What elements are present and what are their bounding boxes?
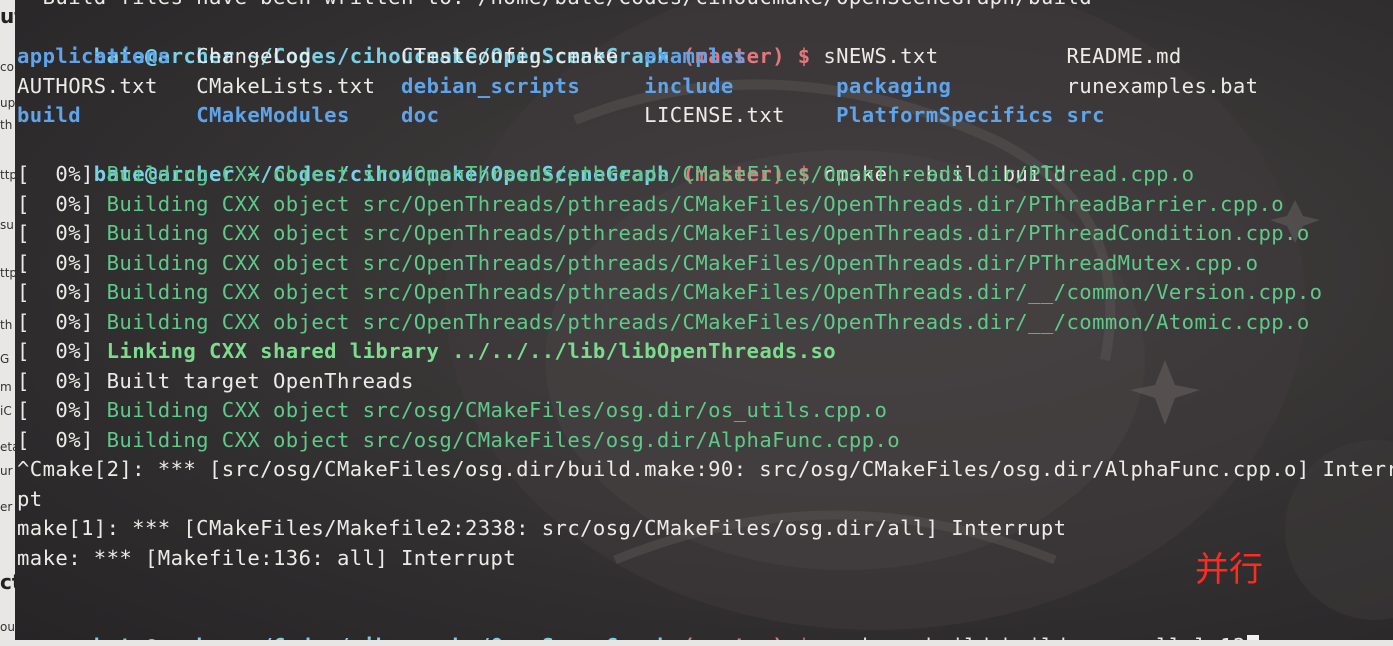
make-error-line: pt	[17, 486, 43, 511]
build-progress-line: [ 0%] Built target OpenThreads	[17, 367, 1393, 397]
progress-percent: [ 0%]	[17, 368, 107, 393]
build-progress-line: [ 0%] Building CXX object src/OpenThread…	[17, 160, 1393, 190]
build-message: Building CXX object src/osg/CMakeFiles/o…	[106, 398, 888, 422]
ls-row: applications ChangeLog CTestConfig.cmake…	[17, 42, 1393, 72]
progress-percent: [ 0%]	[17, 250, 107, 275]
progress-percent: [ 0%]	[17, 427, 107, 452]
prompt-line: bate@archer ~/Codes/cihoucmake/OpenScene…	[17, 131, 1393, 186]
progress-percent: [ 0%]	[17, 398, 107, 422]
ls-row: build CMakeModules doc LICENSE.txt Platf…	[17, 101, 1393, 131]
ls-directory: CMakeModules	[196, 103, 401, 127]
terminal-output: Build files have been written to: /home/…	[17, 0, 1393, 646]
ls-file: AUTHORS.txt	[17, 73, 197, 98]
build-message: Building CXX object src/OpenThreads/pthr…	[106, 221, 1310, 245]
ls-file: CMakeLists.txt	[196, 73, 401, 98]
ls-directory: packaging	[836, 73, 1067, 98]
side-text-fragment: ct	[0, 570, 15, 594]
build-message: Linking CXX shared library ../../../lib/…	[106, 339, 837, 363]
ls-file: LICENSE.txt	[644, 103, 837, 127]
ls-file: NEWS.txt	[836, 44, 1067, 68]
build-progress-line: [ 0%] Building CXX object src/OpenThread…	[17, 249, 1393, 279]
make-error-line: make: *** [Makefile:136: all] Interrupt	[17, 545, 517, 570]
build-progress-line: [ 0%] Linking CXX shared library ../../.…	[17, 337, 1393, 367]
build-message: Building CXX object src/OpenThreads/pthr…	[106, 309, 1310, 334]
bottom-edge	[0, 640, 1393, 646]
ls-directory: examples	[644, 44, 837, 68]
side-text-fragment: ut	[0, 4, 15, 28]
progress-percent: [ 0%]	[17, 280, 107, 304]
build-progress-line: [ 0%] Building CXX object src/OpenThread…	[17, 308, 1393, 338]
side-text-fragment: th	[0, 118, 13, 132]
ls-directory: include	[644, 73, 837, 98]
progress-percent: [ 0%]	[17, 191, 107, 216]
build-message: Building CXX object src/OpenThreads/pthr…	[106, 280, 1323, 304]
progress-percent: [ 0%]	[17, 221, 107, 245]
side-text-fragment: up	[0, 96, 15, 110]
annotation-label: 并行	[1195, 550, 1263, 590]
side-text-fragment: co	[0, 60, 14, 74]
make-error-line: make[1]: *** [CMakeFiles/Makefile2:2338:…	[17, 516, 1067, 540]
ls-file: CTestConfig.cmake	[400, 44, 645, 68]
ls-directory: applications	[17, 44, 197, 68]
side-text-fragment: th	[0, 318, 13, 332]
build-progress-line: [ 0%] Building CXX object src/osg/CMakeF…	[17, 426, 1393, 456]
side-text-fragment: ttp	[0, 168, 15, 182]
ls-directory: src	[1066, 103, 1105, 127]
side-text-fragment: ur	[0, 464, 13, 478]
ls-directory: build	[17, 103, 197, 127]
progress-percent: [ 0%]	[17, 162, 107, 186]
ls-directory: PlatformSpecifics	[836, 103, 1067, 127]
terminal-line: Build files have been written to: /home/…	[17, 0, 1393, 13]
prompt-line: bate@archer ~/Codes/cihoucmake/OpenScene…	[17, 13, 1393, 68]
ls-file: runexamples.bat	[1066, 73, 1259, 98]
make-error-line: ^Cmake[2]: *** [src/osg/CMakeFiles/osg.d…	[17, 457, 1393, 481]
progress-percent: [ 0%]	[17, 339, 107, 363]
side-text-fragment: iC	[0, 404, 12, 418]
build-progress-line: [ 0%] Building CXX object src/OpenThread…	[17, 278, 1393, 308]
side-text-fragment: er	[0, 500, 13, 514]
build-progress-line: [ 0%] Building CXX object src/OpenThread…	[17, 190, 1393, 220]
ls-file: ChangeLog	[196, 44, 401, 68]
progress-percent: [ 0%]	[17, 309, 107, 334]
build-progress-line: [ 0%] Building CXX object src/osg/CMakeF…	[17, 396, 1393, 426]
terminal-window[interactable]: Build files have been written to: /home/…	[15, 0, 1393, 646]
build-message: Built target OpenThreads	[106, 368, 414, 393]
build-progress-line: [ 0%] Building CXX object src/OpenThread…	[17, 219, 1393, 249]
ls-file: README.md	[1066, 44, 1182, 68]
build-message: Building CXX object src/OpenThreads/pthr…	[106, 162, 1195, 186]
side-text-fragment: m	[0, 380, 12, 394]
side-text-fragment: eta	[0, 440, 15, 454]
side-text-fragment: ou	[0, 620, 15, 634]
build-message: Building CXX object src/osg/CMakeFiles/o…	[106, 427, 901, 452]
side-window-strip: ut co up th ttp su ttp th Gm iC eta ur er ct ou	[0, 0, 15, 646]
prompt-line-active[interactable]: bate@archer ~/Codes/cihoucmake/OpenScene…	[17, 603, 1393, 646]
build-message: Building CXX object src/OpenThreads/pthr…	[106, 250, 1259, 275]
side-text-fragment: ttp	[0, 266, 15, 280]
side-text-fragment: G	[0, 352, 10, 366]
ls-directory: doc	[400, 103, 645, 127]
ls-row: AUTHORS.txt CMakeLists.txt debian_script…	[17, 72, 1393, 102]
ls-directory: debian_scripts	[400, 73, 645, 98]
build-message: Building CXX object src/OpenThreads/pthr…	[106, 191, 1285, 216]
side-text-fragment: su	[0, 218, 14, 232]
